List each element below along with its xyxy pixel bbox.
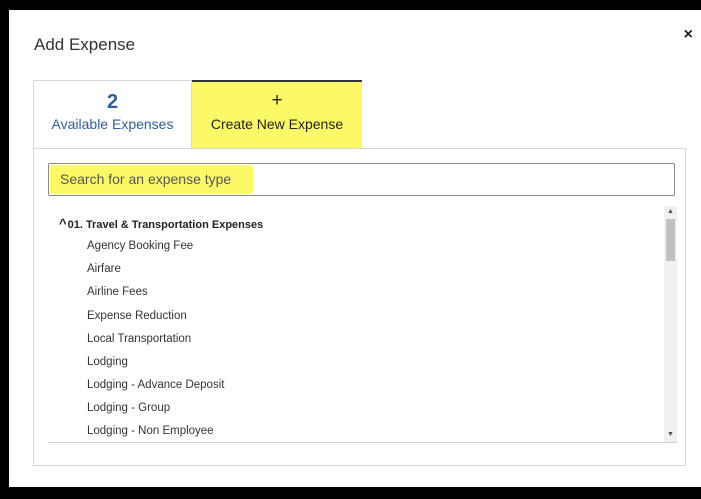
scrollbar-thumb[interactable] <box>666 219 675 261</box>
tab-create-new-expense[interactable]: + Create New Expense <box>192 80 362 157</box>
close-icon[interactable]: × <box>684 26 693 44</box>
expense-type-panel: Search for an expense type ^01. Travel &… <box>33 148 686 466</box>
search-input[interactable]: Search for an expense type <box>48 163 675 196</box>
modal-title: Add Expense <box>34 35 136 54</box>
list-item[interactable]: Airline Fees <box>87 286 148 298</box>
list-item[interactable]: Lodging - Advance Deposit <box>87 379 224 391</box>
list-item[interactable]: Expense Reduction <box>87 310 187 322</box>
tab-available-label: Available Expenses <box>51 116 174 132</box>
list-item[interactable]: Lodging - Group <box>87 402 170 414</box>
search-placeholder: Search for an expense type <box>60 171 232 187</box>
scroll-down-icon[interactable]: ▼ <box>667 431 674 438</box>
group-header-travel[interactable]: ^01. Travel & Transportation Expenses <box>59 216 263 231</box>
group-title: 01. Travel & Transportation Expenses <box>67 219 264 231</box>
plus-icon: + <box>271 90 283 111</box>
scroll-up-icon[interactable]: ▲ <box>667 208 674 215</box>
add-expense-modal: Add Expense × 2 Available Expenses + Cre… <box>9 10 701 487</box>
list-item[interactable]: Lodging <box>87 356 128 368</box>
tab-create-label: Create New Expense <box>210 116 344 132</box>
available-count: 2 <box>106 91 119 113</box>
list-item[interactable]: Airfare <box>87 263 121 275</box>
list-item[interactable]: Agency Booking Fee <box>87 240 193 252</box>
collapse-caret-icon: ^ <box>59 216 67 231</box>
expense-type-list: ^01. Travel & Transportation Expenses Ag… <box>48 206 677 443</box>
list-scrollbar[interactable]: ▲ ▼ <box>664 206 677 442</box>
tab-bar: 2 Available Expenses + Create New Expens… <box>33 80 686 157</box>
list-item[interactable]: Local Transportation <box>87 333 191 345</box>
list-item[interactable]: Lodging - Non Employee <box>87 425 214 437</box>
tab-available-expenses[interactable]: 2 Available Expenses <box>33 80 192 157</box>
